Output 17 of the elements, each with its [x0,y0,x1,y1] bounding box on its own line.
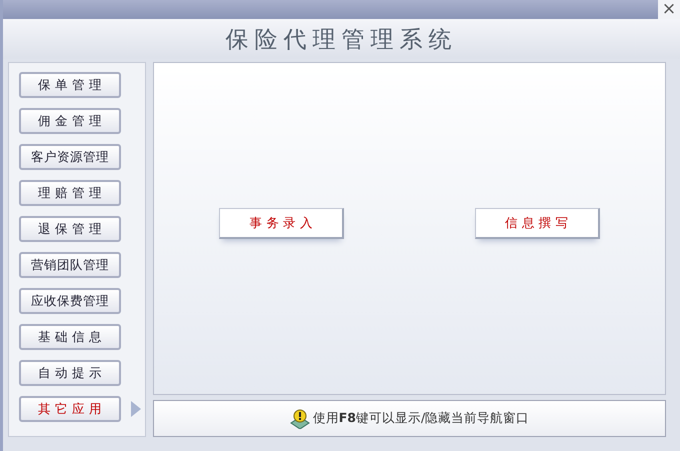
action-button[interactable]: 事 务 录 入 [219,208,344,239]
nav-button[interactable]: 保 单 管 理 [19,72,121,98]
window-title: 保险代理管理系统 [226,26,458,54]
nav-button[interactable]: 其 它 应 用 [19,396,121,422]
nav-button[interactable]: 自 动 提 示 [19,360,121,386]
nav-button[interactable]: 客户资源管理 [19,144,121,170]
nav-button[interactable]: 基 础 信 息 [19,324,121,350]
hint-text: 使用F8键可以显示/隐藏当前导航窗口 [312,410,530,427]
nav-button[interactable]: 佣 金 管 理 [19,108,121,134]
nav-button[interactable]: 应收保费管理 [19,288,121,314]
nav-button[interactable]: 理 赔 管 理 [19,180,121,206]
action-button[interactable]: 信 息 撰 写 [474,208,600,239]
nav-button[interactable]: 营销团队管理 [19,252,121,278]
nav-button[interactable]: 退 保 管 理 [19,216,121,242]
triangle-icon [131,401,141,417]
warning-icon [290,408,310,428]
close-button[interactable]: × [658,0,680,19]
